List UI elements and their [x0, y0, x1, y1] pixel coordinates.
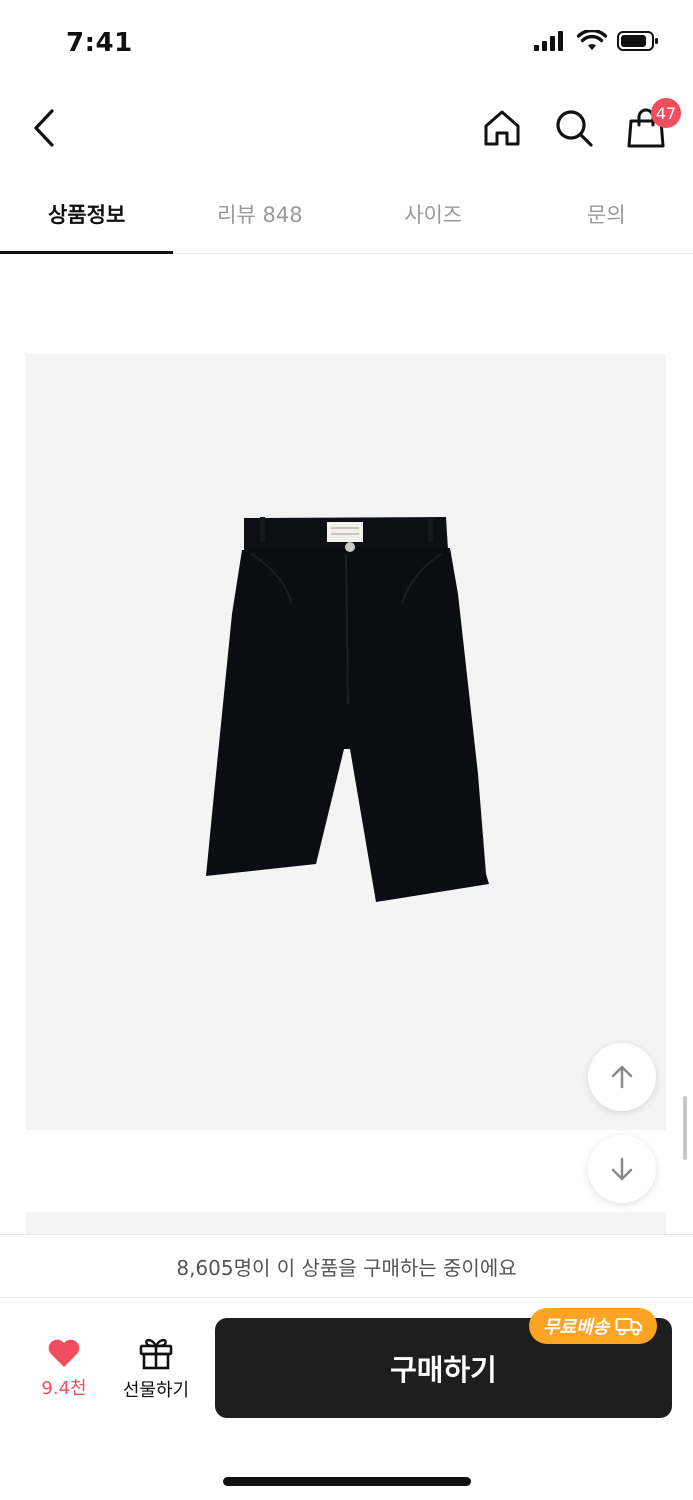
- home-icon: [484, 110, 520, 146]
- free-shipping-label: 무료배송: [543, 1317, 610, 1338]
- status-time: 7:41: [66, 28, 133, 58]
- home-indicator: [223, 1477, 471, 1486]
- tab-size[interactable]: 사이즈: [347, 176, 520, 252]
- truck-icon: [615, 1318, 643, 1336]
- scroll-down-button[interactable]: [588, 1135, 656, 1203]
- header-actions: 47: [479, 98, 681, 156]
- free-shipping-badge: 무료배송: [529, 1308, 658, 1344]
- chevron-left-icon: [34, 109, 54, 147]
- purchase-notice: 8,605명이 이 상품을 구매하는 중이에요: [0, 1234, 693, 1298]
- home-button[interactable]: [479, 100, 525, 156]
- tab-product-info[interactable]: 상품정보: [0, 176, 174, 254]
- gift-icon: [139, 1338, 173, 1370]
- status-icons: [533, 30, 659, 52]
- heart-icon: [48, 1339, 80, 1367]
- black-bermuda-pants-image: [206, 517, 489, 902]
- cart-button[interactable]: 47: [623, 98, 681, 156]
- search-icon: [556, 110, 593, 147]
- status-bar: 7:41: [0, 0, 693, 84]
- arrow-down-icon: [611, 1157, 633, 1181]
- like-button[interactable]: 9.4천: [26, 1334, 102, 1404]
- tab-inquiry[interactable]: 문의: [520, 176, 693, 252]
- header: 47: [0, 90, 693, 166]
- search-button[interactable]: [551, 100, 597, 156]
- buy-button-label: 구매하기: [390, 1353, 497, 1387]
- gift-label: 선물하기: [122, 1380, 190, 1401]
- scrollbar-thumb[interactable]: [683, 1096, 687, 1160]
- gift-button[interactable]: 선물하기: [114, 1334, 198, 1404]
- cellular-signal-icon: [534, 31, 563, 51]
- bottom-purchase-bar: 9.4천 선물하기 구매하기 무료배송: [0, 1298, 693, 1500]
- battery-icon: [617, 31, 658, 51]
- cart-count-badge: 47: [651, 98, 681, 128]
- product-image: [26, 354, 666, 1130]
- back-button[interactable]: [20, 100, 68, 156]
- tab-reviews[interactable]: 리뷰 848: [173, 176, 346, 252]
- product-tabs: 상품정보 리뷰 848 사이즈 문의: [0, 176, 693, 254]
- arrow-up-icon: [611, 1065, 633, 1089]
- scroll-up-button[interactable]: [588, 1043, 656, 1111]
- purchase-notice-text: 8,605명이 이 상품을 구매하는 중이에요: [176, 1255, 517, 1280]
- like-count: 9.4천: [41, 1378, 87, 1399]
- wifi-icon: [577, 30, 607, 50]
